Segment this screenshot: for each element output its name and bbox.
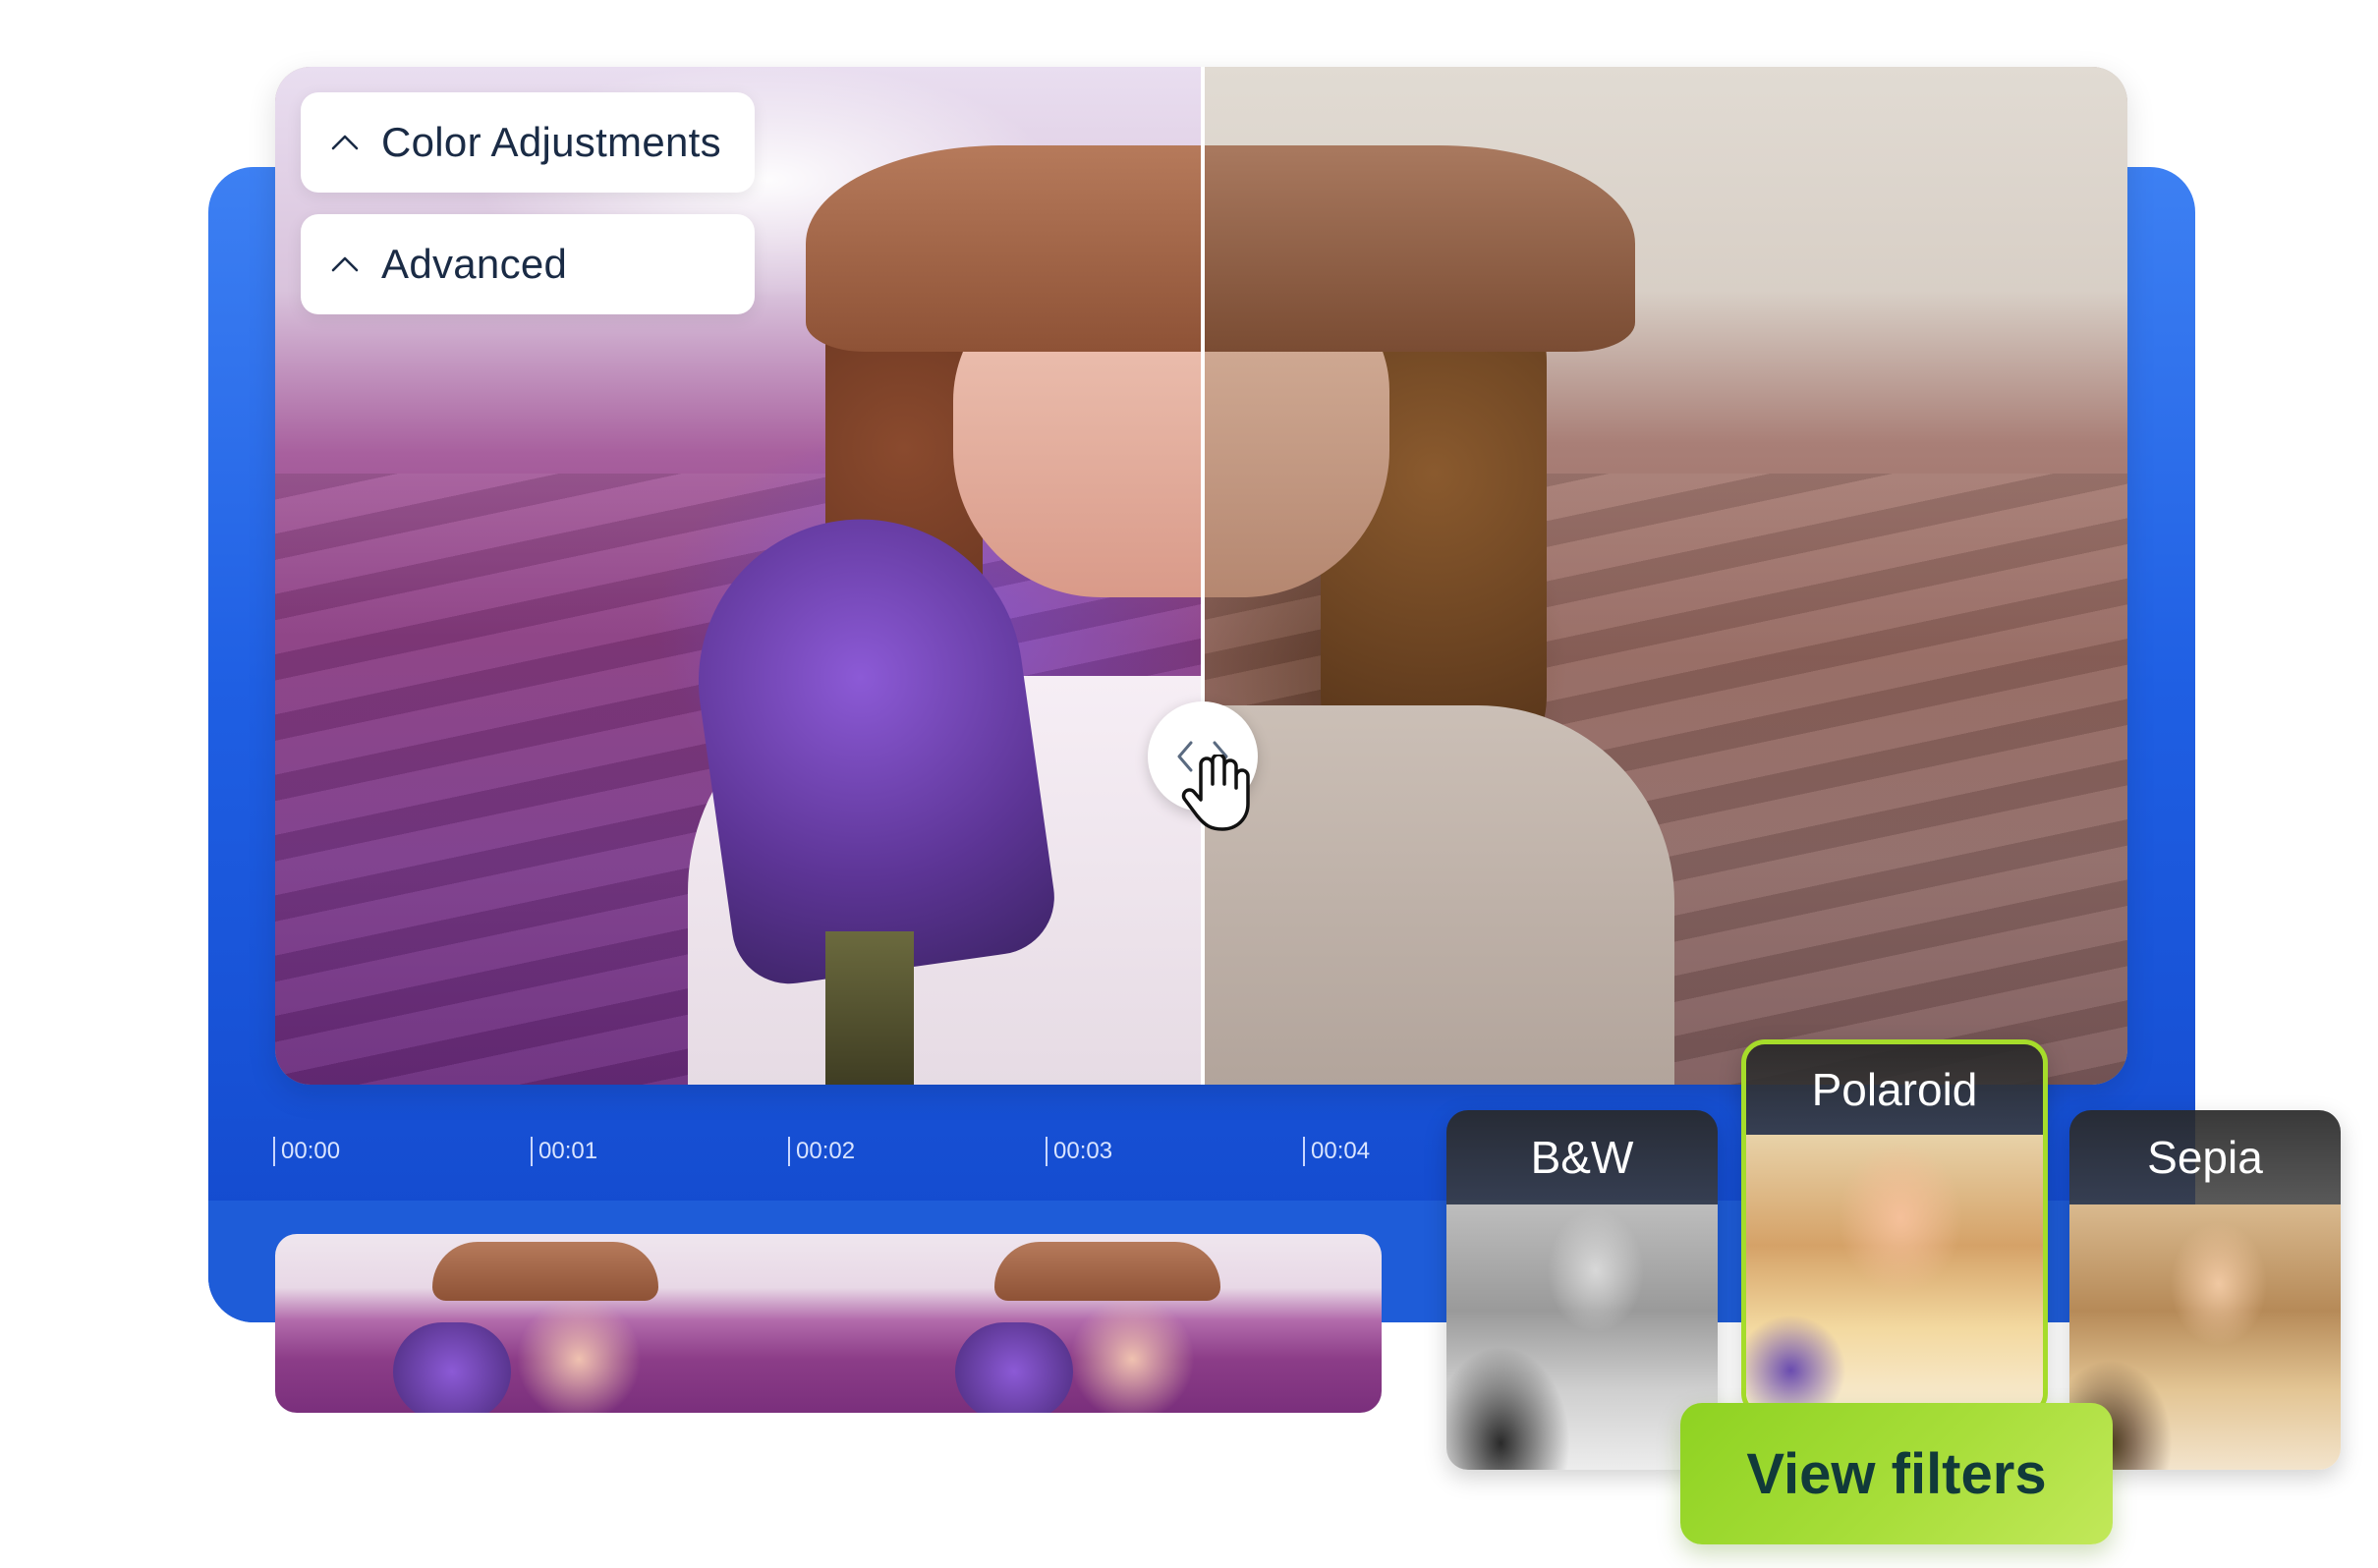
advanced-panel[interactable]: Advanced [301,214,755,314]
timeline-tick-0: 00:00 [273,1137,340,1166]
advanced-label: Advanced [381,241,568,287]
color-adjustments-label: Color Adjustments [381,119,721,165]
timeline-tick-3: 00:03 [1046,1137,1112,1166]
timeline-tick-4: 00:04 [1303,1137,1370,1166]
filter-card-bw[interactable]: B&W [1446,1110,1718,1470]
compare-divider-line[interactable] [1201,67,1205,1085]
timeline-tick-1: 00:01 [531,1137,597,1166]
clip-thumbnail [827,1234,1382,1413]
chevron-up-icon [331,256,359,272]
view-filters-button[interactable]: View filters [1680,1403,2113,1544]
filter-label-sepia: Sepia [2069,1110,2341,1204]
filter-card-polaroid[interactable]: Polaroid [1741,1039,2048,1417]
timeline-tick-2: 00:02 [788,1137,855,1166]
clip-thumbnail-strip[interactable] [275,1234,1382,1413]
filter-preview-image [1746,1135,2043,1412]
chevron-up-icon [331,135,359,150]
filter-label-polaroid: Polaroid [1746,1044,2043,1135]
color-adjustments-panel[interactable]: Color Adjustments [301,92,755,193]
hand-cursor-icon [1181,755,1250,831]
before-after-preview[interactable]: Color Adjustments Advanced [275,67,2127,1085]
clip-thumbnail [275,1234,827,1413]
filter-preview-image [1446,1204,1718,1470]
filter-label-bw: B&W [1446,1110,1718,1204]
original-image-half [1203,67,2127,1085]
